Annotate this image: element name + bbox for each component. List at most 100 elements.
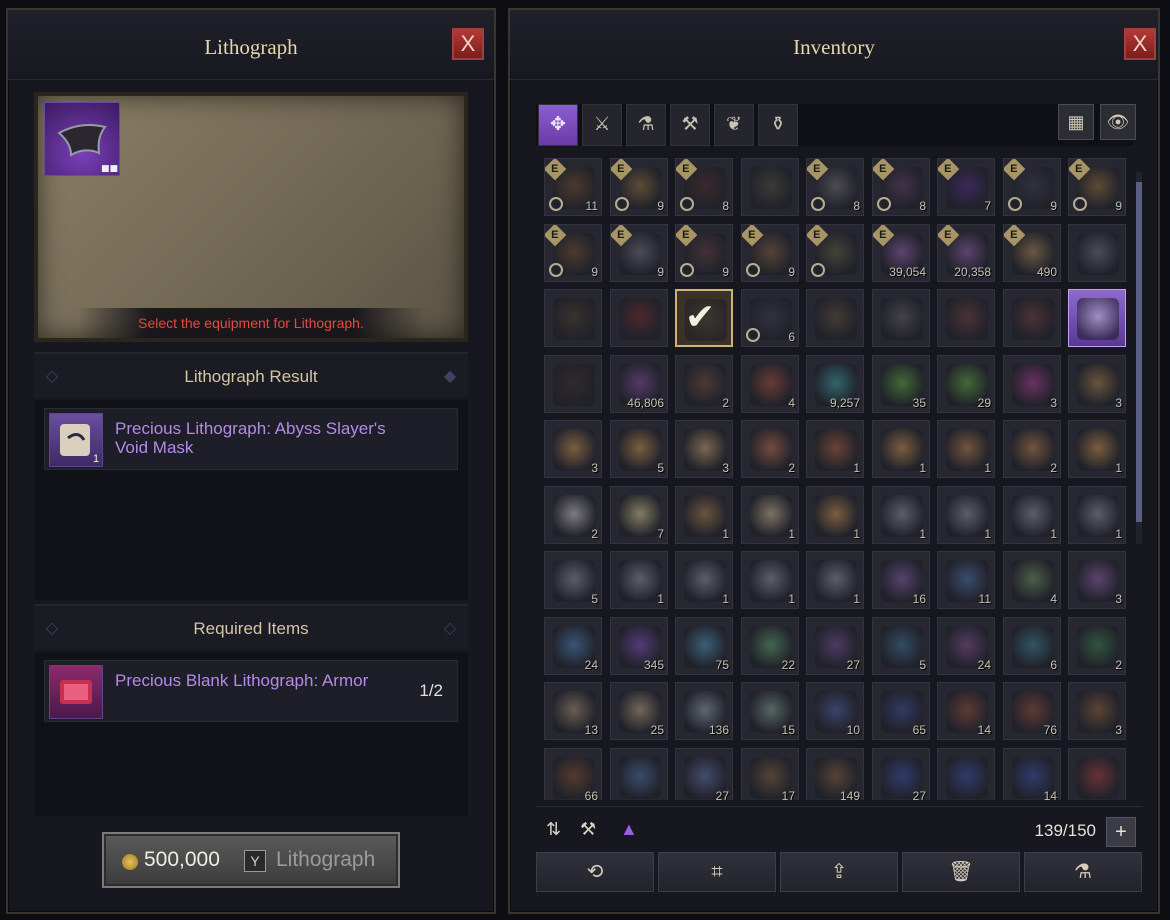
inventory-slot[interactable]: 5 (872, 617, 930, 675)
inventory-slot[interactable]: E 11 (544, 158, 602, 216)
eye-toggle[interactable]: 👁 (1100, 104, 1136, 140)
inventory-slot[interactable]: 29 (937, 355, 995, 413)
inventory-slot[interactable]: 27 (806, 617, 864, 675)
all-filter[interactable]: ✥ (538, 104, 578, 146)
inventory-slot[interactable] (610, 289, 668, 347)
inventory-slot[interactable]: 3 (1003, 355, 1061, 413)
inventory-slot[interactable]: 5 (544, 551, 602, 609)
inventory-slot[interactable]: 76 (1003, 682, 1061, 740)
lithograph-button[interactable]: 500,000 Y Lithograph (102, 832, 400, 888)
inventory-slot[interactable]: 1 (937, 420, 995, 478)
inventory-slot[interactable]: 11 (937, 551, 995, 609)
inventory-slot[interactable]: 5 (610, 420, 668, 478)
inventory-slot[interactable]: 3 (675, 420, 733, 478)
inventory-slot[interactable] (937, 289, 995, 347)
consumable-filter[interactable]: ⚗ (626, 104, 666, 146)
inventory-slot[interactable]: 1 (806, 551, 864, 609)
inventory-slot[interactable]: 1 (675, 551, 733, 609)
inventory-slot[interactable]: 14 (1003, 748, 1061, 800)
inventory-slot[interactable]: 46,806 (610, 355, 668, 413)
anvil-icon[interactable]: ⚒ (580, 819, 596, 840)
inventory-slot[interactable]: 7 (610, 486, 668, 544)
inventory-slot[interactable]: E (806, 224, 864, 282)
expand-inventory-button[interactable]: + (1106, 817, 1136, 847)
inventory-slot[interactable]: 22 (741, 617, 799, 675)
inventory-slot[interactable]: 6 (1003, 617, 1061, 675)
inventory-slot[interactable]: E9 (610, 224, 668, 282)
inventory-slot[interactable]: 2 (1068, 617, 1126, 675)
inventory-slot[interactable]: 25 (610, 682, 668, 740)
inventory-slot[interactable]: 13 (544, 682, 602, 740)
inventory-slot[interactable]: E8 (806, 158, 864, 216)
inventory-slot[interactable] (806, 289, 864, 347)
lithograph-close-button[interactable]: X (452, 28, 484, 60)
inventory-slot[interactable]: E9 (1068, 158, 1126, 216)
inventory-slot[interactable]: 3 (544, 420, 602, 478)
inventory-slot[interactable] (937, 748, 995, 800)
inventory-slot[interactable] (544, 289, 602, 347)
inventory-slot[interactable]: 149 (806, 748, 864, 800)
inventory-slot[interactable]: E9 (1003, 158, 1061, 216)
inventory-slot[interactable]: 2 (741, 420, 799, 478)
inventory-slot[interactable] (1068, 748, 1126, 800)
inventory-slot[interactable]: 1 (1068, 486, 1126, 544)
crafting-filter[interactable]: ⚒ (670, 104, 710, 146)
inventory-slot[interactable]: ✔ (675, 289, 733, 347)
upgrade-button[interactable]: ⇪ (780, 852, 898, 892)
inventory-slot[interactable]: E9 (544, 224, 602, 282)
inventory-close-button[interactable]: X (1124, 28, 1156, 60)
inventory-slot[interactable]: 1 (806, 420, 864, 478)
inventory-slot[interactable]: 27 (675, 748, 733, 800)
inventory-slot[interactable]: 15 (741, 682, 799, 740)
required-item-row[interactable]: Precious Blank Lithograph: Armor 1/2 (44, 660, 458, 722)
inventory-slot[interactable] (741, 158, 799, 216)
sort-icon[interactable]: ⇅ (546, 819, 561, 840)
inventory-slot[interactable] (610, 748, 668, 800)
inventory-slot[interactable]: 9,257 (806, 355, 864, 413)
misc-filter[interactable]: ⚱ (758, 104, 798, 146)
inventory-slot[interactable]: 345 (610, 617, 668, 675)
equipment-filter[interactable]: ⚔ (582, 104, 622, 146)
inventory-slot[interactable]: E9 (741, 224, 799, 282)
inventory-slot[interactable]: 16 (872, 551, 930, 609)
inventory-slot[interactable]: 2 (544, 486, 602, 544)
map-button[interactable]: ⌗ (658, 852, 776, 892)
inventory-slot[interactable]: E9 (610, 158, 668, 216)
inventory-slot[interactable] (544, 355, 602, 413)
inventory-slot[interactable]: 3 (1068, 355, 1126, 413)
inventory-slot[interactable]: E 39,054 (872, 224, 930, 282)
inventory-slot[interactable]: E8 (872, 158, 930, 216)
inventory-slot[interactable]: E9 (675, 224, 733, 282)
inventory-slot[interactable]: 1 (610, 551, 668, 609)
inventory-slot[interactable]: 2 (675, 355, 733, 413)
selected-equipment-slot[interactable]: ■■■ (44, 102, 127, 176)
inventory-slot[interactable]: 3 (1068, 551, 1126, 609)
material-filter[interactable]: ❦ (714, 104, 754, 146)
inventory-slot[interactable]: 10 (806, 682, 864, 740)
grade-icon[interactable]: ▲ (620, 819, 638, 840)
inventory-slot[interactable]: 1 (1003, 486, 1061, 544)
inventory-slot[interactable]: 66 (544, 748, 602, 800)
result-item-row[interactable]: 1 Precious Lithograph: Abyss Slayer's Vo… (44, 408, 458, 470)
grid-view-toggle[interactable]: ▦ (1058, 104, 1094, 140)
inventory-slot[interactable]: E8 (675, 158, 733, 216)
alchemy-button[interactable]: ⚗ (1024, 852, 1142, 892)
inventory-slot[interactable]: 14 (937, 682, 995, 740)
inventory-slot[interactable]: 1 (937, 486, 995, 544)
inventory-slot[interactable] (1003, 289, 1061, 347)
inventory-slot[interactable] (1068, 289, 1126, 347)
inventory-slot[interactable]: 1 (1068, 420, 1126, 478)
inventory-slot[interactable]: E 20,358 (937, 224, 995, 282)
inventory-slot[interactable]: 17 (741, 748, 799, 800)
inventory-slot[interactable]: 1 (872, 420, 930, 478)
inventory-slot[interactable] (1068, 224, 1126, 282)
inventory-slot[interactable]: 2 (1003, 420, 1061, 478)
inventory-slot[interactable] (872, 289, 930, 347)
inventory-slot[interactable]: 65 (872, 682, 930, 740)
inventory-slot[interactable]: E 490 (1003, 224, 1061, 282)
inventory-slot[interactable]: 24 (544, 617, 602, 675)
inventory-slot[interactable]: 24 (937, 617, 995, 675)
inventory-slot[interactable]: 35 (872, 355, 930, 413)
inventory-slot[interactable]: 75 (675, 617, 733, 675)
scrollbar-thumb[interactable] (1136, 182, 1142, 522)
